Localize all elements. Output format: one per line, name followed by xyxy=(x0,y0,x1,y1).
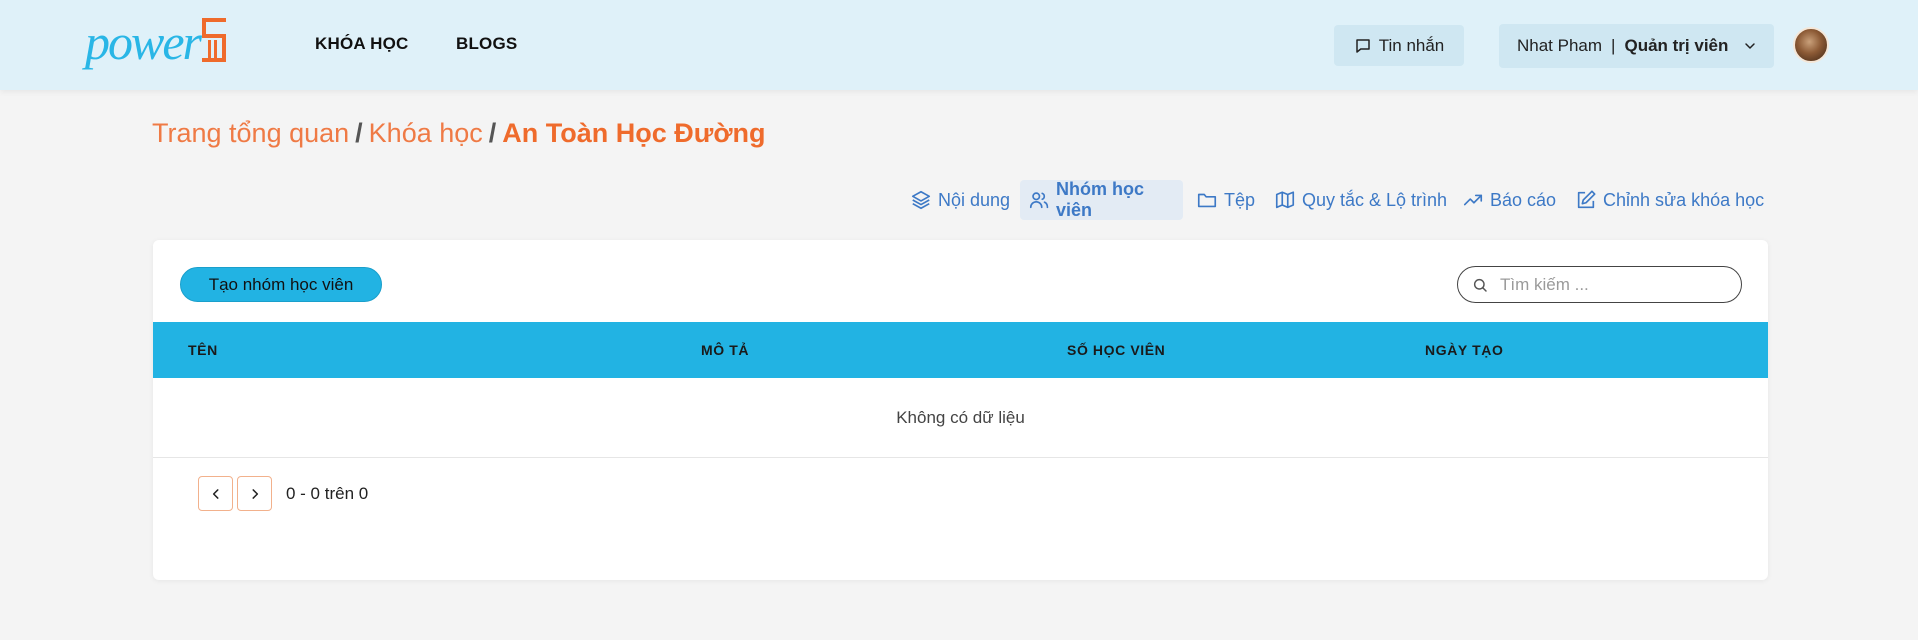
edit-icon xyxy=(1575,189,1597,211)
folder-icon xyxy=(1196,189,1218,211)
logo-wordmark: power xyxy=(85,14,202,70)
tab-files-label: Tệp xyxy=(1224,189,1256,210)
trending-up-icon xyxy=(1462,189,1484,211)
tab-edit-course[interactable]: Chỉnh sửa khóa học xyxy=(1567,180,1772,220)
avatar[interactable] xyxy=(1793,27,1829,63)
nav-courses-link[interactable]: KHÓA HỌC xyxy=(315,34,409,54)
column-header-description[interactable]: MÔ TẢ xyxy=(701,342,749,358)
user-role: Quản trị viên xyxy=(1624,36,1729,55)
student-groups-panel: Tạo nhóm học viên TÊN MÔ TẢ SỐ HỌC VIÊN … xyxy=(153,240,1768,580)
course-tabs: Nội dung Nhóm học viên Tệp Quy tắc & Lộ … xyxy=(0,179,1918,220)
tab-rules-paths[interactable]: Quy tắc & Lộ trình xyxy=(1266,180,1455,220)
search-box[interactable] xyxy=(1457,266,1742,303)
user-name: Nhat Pham xyxy=(1517,36,1603,55)
breadcrumb-dashboard-link[interactable]: Trang tổng quan xyxy=(152,118,349,149)
breadcrumb-separator: / xyxy=(488,118,497,148)
empty-table-message: Không có dữ liệu xyxy=(153,378,1768,458)
table-header: TÊN MÔ TẢ SỐ HỌC VIÊN NGÀY TẠO xyxy=(153,322,1768,378)
messages-button[interactable]: Tin nhắn xyxy=(1334,25,1464,66)
next-page-button[interactable] xyxy=(237,476,272,511)
column-header-created-date[interactable]: NGÀY TẠO xyxy=(1425,342,1503,358)
tab-reports-label: Báo cáo xyxy=(1490,189,1557,210)
pagination: 0 - 0 trên 0 xyxy=(198,476,368,511)
top-navbar: power KHÓA HỌC BLOGS Tin nhắn Nhat Pham … xyxy=(0,0,1918,90)
tab-content-label: Nội dung xyxy=(938,189,1011,210)
user-menu-button[interactable]: Nhat Pham | Quản trị viên xyxy=(1499,24,1774,68)
tab-edit-course-label: Chỉnh sửa khóa học xyxy=(1603,189,1765,210)
previous-page-button[interactable] xyxy=(198,476,233,511)
nav-blogs-link[interactable]: BLOGS xyxy=(456,34,517,54)
search-icon xyxy=(1472,277,1488,293)
tab-files[interactable]: Tệp xyxy=(1188,180,1263,220)
user-separator: | xyxy=(1611,36,1616,55)
logo-five-mark xyxy=(202,18,226,62)
tab-student-groups[interactable]: Nhóm học viên xyxy=(1020,179,1183,220)
tab-reports[interactable]: Báo cáo xyxy=(1454,180,1564,220)
page-title: An Toàn Học Đường xyxy=(502,118,766,148)
message-icon xyxy=(1354,37,1372,55)
chevron-right-icon xyxy=(248,487,262,501)
users-icon xyxy=(1028,189,1050,211)
tab-content[interactable]: Nội dung xyxy=(902,180,1018,220)
tab-student-groups-label: Nhóm học viên xyxy=(1056,179,1144,220)
create-student-group-button[interactable]: Tạo nhóm học viên xyxy=(180,267,382,302)
chevron-left-icon xyxy=(209,487,223,501)
column-header-student-count[interactable]: SỐ HỌC VIÊN xyxy=(1067,342,1165,358)
layers-icon xyxy=(910,189,932,211)
pagination-range: 0 - 0 trên 0 xyxy=(286,483,369,503)
tab-rules-paths-label: Quy tắc & Lộ trình xyxy=(1302,189,1448,210)
power5-logo[interactable]: power xyxy=(85,14,226,70)
map-icon xyxy=(1274,189,1296,211)
breadcrumb-separator: / xyxy=(355,118,363,148)
breadcrumb-courses-link[interactable]: Khóa học xyxy=(369,118,483,149)
column-header-name[interactable]: TÊN xyxy=(188,342,218,358)
chevron-down-icon xyxy=(1742,38,1758,54)
messages-label: Tin nhắn xyxy=(1378,35,1445,55)
breadcrumb: Trang tổng quan / Khóa học / An Toàn Học… xyxy=(152,118,766,149)
search-input[interactable] xyxy=(1500,274,1720,295)
